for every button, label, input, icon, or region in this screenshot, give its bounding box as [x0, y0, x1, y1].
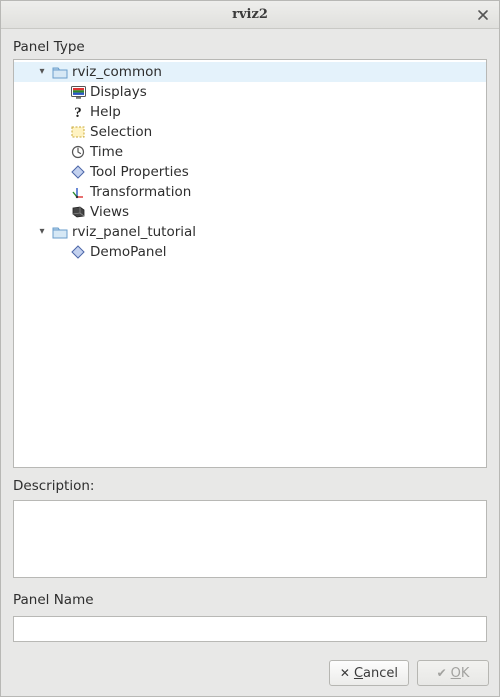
tree-item-demopanel[interactable]: DemoPanel: [14, 242, 486, 262]
folder-icon: [52, 64, 68, 80]
tree-group-rviz-panel-tutorial[interactable]: ▾ rviz_panel_tutorial: [14, 222, 486, 242]
help-icon: ?: [70, 104, 86, 120]
tree-group-rviz-common[interactable]: ▾ rviz_common: [14, 62, 486, 82]
selection-icon: [70, 124, 86, 140]
tree-item-tool-properties[interactable]: Tool Properties: [14, 162, 486, 182]
close-button[interactable]: [473, 5, 493, 25]
tree-item-label: Selection: [90, 122, 152, 142]
close-icon: [477, 9, 489, 21]
tool-properties-icon: [70, 164, 86, 180]
tree-item-label: Displays: [90, 82, 147, 102]
window-title: rviz2: [232, 7, 268, 22]
tree-item-label: Views: [90, 202, 129, 222]
svg-text:?: ?: [74, 105, 82, 119]
folder-icon: [52, 224, 68, 240]
panel-type-tree[interactable]: ▾ rviz_common Displays ? Help: [13, 59, 487, 468]
tree-group-label: rviz_panel_tutorial: [72, 222, 196, 242]
dialog-button-row: ✕ Cancel ✔ OK: [1, 652, 499, 696]
tree-item-label: Help: [90, 102, 121, 122]
description-label: Description:: [13, 478, 487, 494]
panel-name-input[interactable]: [13, 616, 487, 642]
ok-check-icon: ✔: [437, 666, 447, 680]
tree-item-time[interactable]: Time: [14, 142, 486, 162]
panel-type-label: Panel Type: [13, 39, 487, 55]
tree-item-label: Tool Properties: [90, 162, 189, 182]
tree-item-help[interactable]: ? Help: [14, 102, 486, 122]
dialog-content: Panel Type ▾ rviz_common Displays ?: [1, 29, 499, 652]
time-icon: [70, 144, 86, 160]
expand-arrow-icon[interactable]: ▾: [36, 62, 48, 82]
demo-panel-icon: [70, 244, 86, 260]
cancel-button-label: Cancel: [354, 666, 398, 681]
tree-group-label: rviz_common: [72, 62, 162, 82]
description-box: [13, 500, 487, 578]
cancel-button[interactable]: ✕ Cancel: [329, 660, 409, 686]
transformation-icon: [70, 184, 86, 200]
ok-button[interactable]: ✔ OK: [417, 660, 489, 686]
tree-item-selection[interactable]: Selection: [14, 122, 486, 142]
dialog-window: rviz2 Panel Type ▾ rviz_common Displays: [0, 0, 500, 697]
cancel-x-icon: ✕: [340, 666, 350, 680]
tree-item-displays[interactable]: Displays: [14, 82, 486, 102]
tree-item-label: Transformation: [90, 182, 191, 202]
displays-icon: [70, 84, 86, 100]
ok-button-label: OK: [451, 666, 470, 681]
panel-name-label: Panel Name: [13, 592, 487, 608]
titlebar: rviz2: [1, 1, 499, 29]
tree-item-label: DemoPanel: [90, 242, 167, 262]
tree-item-label: Time: [90, 142, 123, 162]
tree-item-views[interactable]: Views: [14, 202, 486, 222]
tree-item-transformation[interactable]: Transformation: [14, 182, 486, 202]
views-icon: [70, 204, 86, 220]
expand-arrow-icon[interactable]: ▾: [36, 222, 48, 242]
